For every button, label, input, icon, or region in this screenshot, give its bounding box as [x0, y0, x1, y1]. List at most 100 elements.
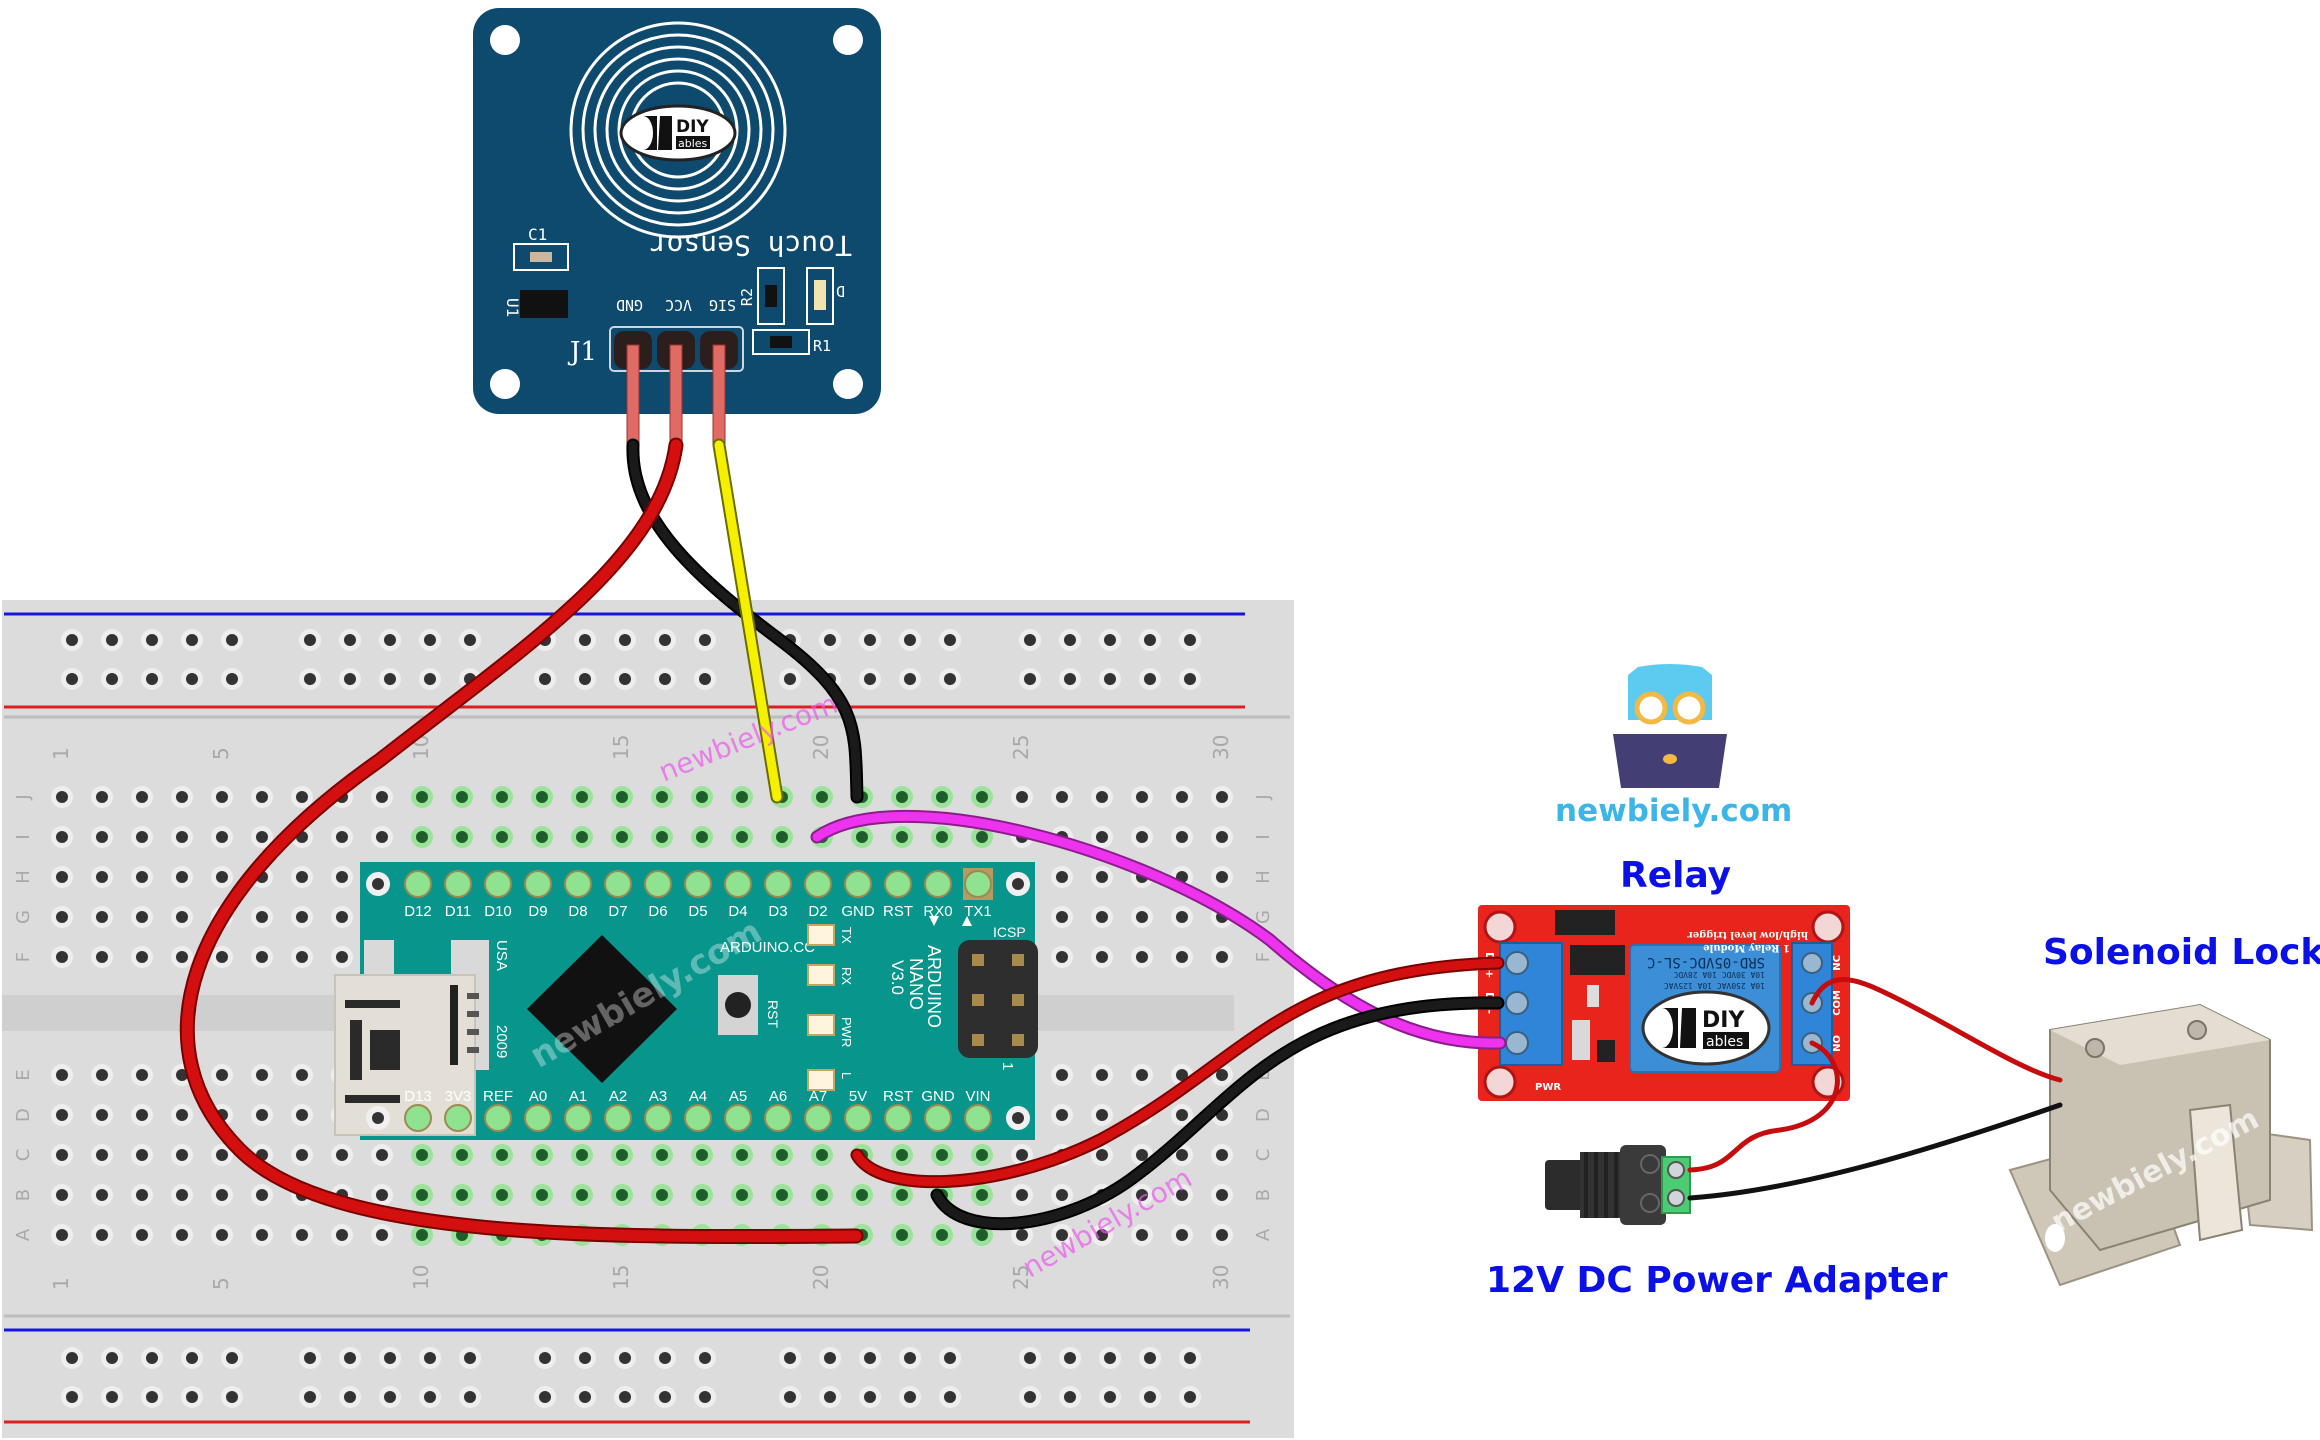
pin-d12[interactable]: [404, 870, 432, 898]
pin-d8[interactable]: [564, 870, 592, 898]
breadboard-hole-center: [216, 1069, 228, 1081]
logo-bottom-text: ables: [1706, 1034, 1743, 1050]
pin-d11[interactable]: [444, 870, 472, 898]
pin-d4[interactable]: [724, 870, 752, 898]
breadboard-hole-center: [216, 1189, 228, 1201]
pin-a6[interactable]: [764, 1104, 792, 1132]
row-label: A: [1253, 1228, 1274, 1241]
relay-module: DC+ DC- IN PWR SRD-05VDC-SL-C 10A 30VDC …: [1478, 905, 1850, 1101]
row-label: F: [13, 952, 34, 962]
pin-d3[interactable]: [764, 870, 792, 898]
touch-sensor-title: Touch Sensor: [650, 229, 852, 262]
breadboard-hole-center: [176, 951, 188, 963]
breadboard-hole-center: [456, 1189, 468, 1201]
row-label: D: [1253, 1108, 1274, 1122]
mount-hole: [833, 25, 863, 55]
pin-gnd[interactable]: [844, 870, 872, 898]
pin-d5[interactable]: [684, 870, 712, 898]
r1-resistor: [770, 336, 792, 348]
pin-a5[interactable]: [724, 1104, 752, 1132]
breadboard-hole-center: [1056, 1189, 1068, 1201]
wire-adapter-solenoid: [1687, 1102, 2063, 1201]
pin-d13[interactable]: [404, 1104, 432, 1132]
adapter-screw-minus[interactable]: [1667, 1161, 1685, 1179]
pin-5v[interactable]: [844, 1104, 872, 1132]
power-rail-hole-center: [539, 1391, 551, 1403]
row-label: D: [13, 1108, 34, 1122]
logo-top-text: DIY: [1702, 1008, 1745, 1033]
pin-a4[interactable]: [684, 1104, 712, 1132]
breadboard-hole-center: [1136, 1149, 1148, 1161]
arduino-nano: USA 2009 RST ARDUINO.CC TXRXPWRL ARDUINO…: [334, 862, 1038, 1140]
pin-a1[interactable]: [564, 1104, 592, 1132]
diode: [1572, 1020, 1590, 1060]
power-rail-hole-center: [146, 1391, 158, 1403]
pin-label: D13: [404, 1088, 432, 1105]
pin-rst[interactable]: [884, 870, 912, 898]
pin-d2[interactable]: [804, 870, 832, 898]
breadboard-hole-center: [496, 831, 508, 843]
pin-d6[interactable]: [644, 870, 672, 898]
pin-label-sig: SIG: [709, 296, 736, 314]
icsp-header: [958, 940, 1038, 1058]
pin-vin[interactable]: [964, 1104, 992, 1132]
breadboard-hole-center: [936, 831, 948, 843]
power-rail-hole-center: [864, 673, 876, 685]
power-rail-hole-center: [904, 673, 916, 685]
breadboard-hole-center: [216, 831, 228, 843]
led-label: TX: [839, 927, 854, 944]
reset-button-cap[interactable]: [725, 992, 751, 1018]
breadboard-hole-center: [56, 871, 68, 883]
breadboard-hole-center: [1176, 1149, 1188, 1161]
pin-ref[interactable]: [484, 1104, 512, 1132]
breadboard-hole-center: [136, 791, 148, 803]
pin-label: VIN: [965, 1088, 990, 1105]
trigger-jumper[interactable]: [1555, 910, 1615, 935]
pin-a0[interactable]: [524, 1104, 552, 1132]
pin-a7[interactable]: [804, 1104, 832, 1132]
pin-label: A1: [569, 1088, 587, 1105]
pin-rx0[interactable]: [924, 870, 952, 898]
c1-capacitor: [530, 252, 552, 262]
power-rail-hole-center: [1064, 1352, 1076, 1364]
screw-dc-minus[interactable]: [1505, 991, 1529, 1015]
power-rail-hole-center: [424, 673, 436, 685]
breadboard-hole-center: [296, 1149, 308, 1161]
breadboard-hole-center: [96, 951, 108, 963]
breadboard-hole-center: [976, 1149, 988, 1161]
pin-tx1[interactable]: [964, 870, 992, 898]
breadboard-hole-center: [736, 791, 748, 803]
pin-label-com: COM: [1832, 990, 1843, 1016]
breadboard-hole-center: [576, 831, 588, 843]
breadboard-hole-center: [1096, 1109, 1108, 1121]
pin-rst[interactable]: [884, 1104, 912, 1132]
usb-pin: [467, 1047, 479, 1053]
screw-dc-plus[interactable]: [1505, 951, 1529, 975]
power-rail-hole-center: [66, 673, 78, 685]
pin-d10[interactable]: [484, 870, 512, 898]
pin-d7[interactable]: [604, 870, 632, 898]
breadboard-hole-center: [1176, 791, 1188, 803]
pin-label-nc: NC: [1832, 955, 1843, 971]
mount-hole-center: [372, 878, 384, 890]
pin-gnd[interactable]: [924, 1104, 952, 1132]
power-rail-hole-center: [304, 673, 316, 685]
power-rail-hole-center: [904, 1391, 916, 1403]
breadboard-hole-center: [176, 791, 188, 803]
power-rail-hole-center: [66, 1391, 78, 1403]
row-label: H: [13, 870, 34, 884]
breadboard-hole-center: [456, 791, 468, 803]
pin-d9[interactable]: [524, 870, 552, 898]
pin-3v3[interactable]: [444, 1104, 472, 1132]
pin-a3[interactable]: [644, 1104, 672, 1132]
adapter-screw-plus[interactable]: [1667, 1189, 1685, 1207]
screw-in[interactable]: [1505, 1031, 1529, 1055]
breadboard-hole-center: [1096, 1149, 1108, 1161]
breadboard-hole-center: [136, 951, 148, 963]
pin-a2[interactable]: [604, 1104, 632, 1132]
screw-nc[interactable]: [1801, 952, 1823, 974]
power-rail-hole-center: [904, 634, 916, 646]
breadboard-hole-center: [56, 1109, 68, 1121]
row-label: B: [13, 1189, 34, 1201]
power-rail-hole-center: [226, 1391, 238, 1403]
